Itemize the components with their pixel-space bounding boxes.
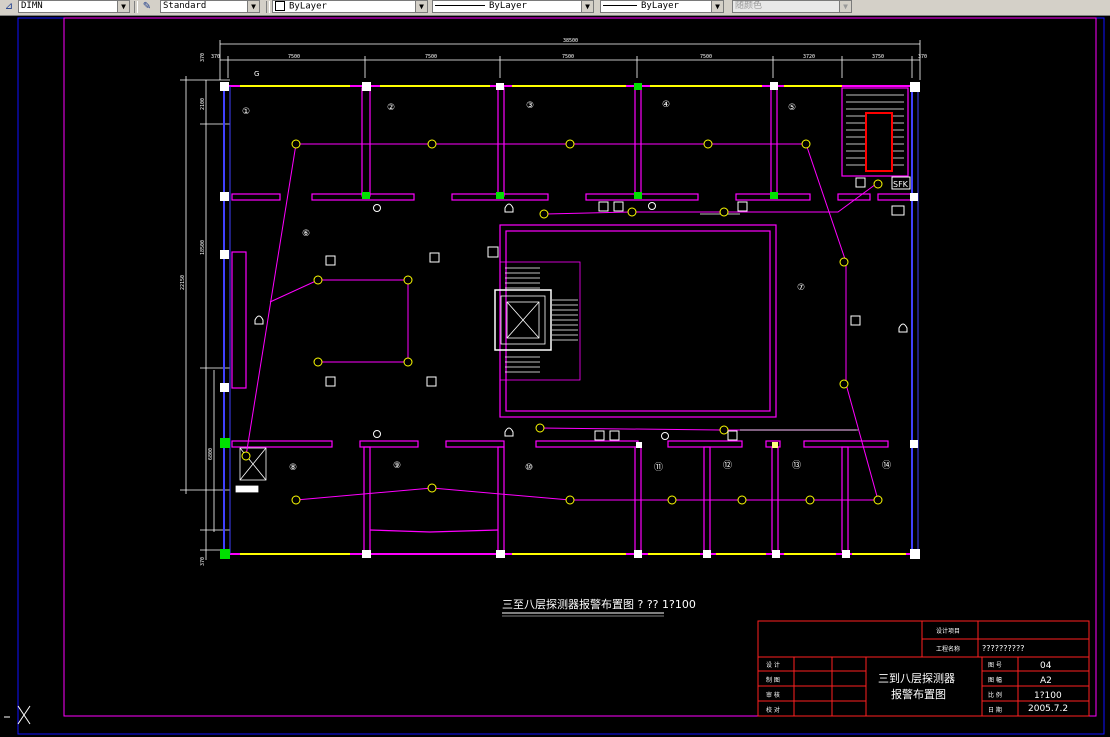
manual-call-points — [325, 176, 911, 441]
dim-text: 2100 — [200, 98, 206, 110]
lineweight-value: ByLayer — [641, 1, 679, 11]
overall-dim-text: 38500 — [563, 38, 578, 44]
chevron-down-icon[interactable]: ▼ — [839, 1, 851, 12]
room-label: ⑩ — [525, 463, 533, 473]
chevron-down-icon[interactable]: ▼ — [247, 1, 259, 12]
room-label: ⑫ — [723, 460, 732, 471]
project-name-label: 工程名称 — [936, 645, 960, 653]
scale-value: 1?100 — [1034, 691, 1062, 701]
room-label: ⑬ — [792, 460, 801, 471]
alarm-devices — [254, 202, 908, 440]
dimstyle-icon[interactable]: ⊿ — [2, 0, 16, 13]
dim-text: 18500 — [200, 240, 206, 255]
dimstyle-select[interactable]: DIMN ▼ — [18, 0, 130, 13]
date-value: 2005.7.2 — [1028, 704, 1068, 714]
review-label: 审 核 — [766, 691, 780, 699]
textstyle-value: Standard — [163, 1, 207, 11]
dim-text: 7500 — [288, 54, 300, 60]
draft-label: 制 图 — [766, 676, 780, 684]
chevron-down-icon[interactable]: ▼ — [117, 1, 129, 12]
sfk-label: SFK — [893, 180, 909, 189]
sheet-no-value: 04 — [1040, 661, 1052, 671]
properties-toolbar: ⊿ DIMN ▼ ✎ Standard ▼ ByLayer ▼ ByLayer … — [0, 0, 1110, 16]
smoke-detectors — [241, 139, 883, 505]
drawing-canvas[interactable]: 38500 370 7500 7500 7500 7500 3720 3750 … — [0, 15, 1110, 737]
plotstyle-select[interactable]: 随颜色 ▼ — [732, 0, 852, 13]
dim-text: 370 — [918, 54, 927, 60]
chevron-down-icon[interactable]: ▼ — [581, 1, 593, 12]
linetype-preview — [435, 5, 485, 6]
room-label: ④ — [662, 100, 670, 110]
dim-text: 3750 — [872, 54, 884, 60]
plotstyle-value: 随颜色 — [735, 1, 763, 11]
chevron-down-icon[interactable]: ▼ — [711, 1, 723, 12]
dim-text: 7500 — [562, 54, 574, 60]
stairs — [235, 94, 904, 493]
columns — [220, 82, 920, 559]
design-project-label: 设计项目 — [936, 627, 960, 635]
design-label: 设 计 — [766, 661, 780, 669]
grid-g-label: G — [254, 70, 259, 78]
dimstyle-value: DIMN — [21, 1, 43, 11]
lineweight-select[interactable]: ByLayer ▼ — [600, 0, 724, 13]
room-label: ⑥ — [302, 229, 310, 239]
plan-caption: 三至八层探测器报警布置图 ? ?? 1?100 — [502, 597, 696, 611]
room-label: ① — [242, 107, 250, 117]
textstyle-icon[interactable]: ✎ — [140, 0, 154, 13]
drawing-limits-border — [17, 17, 1105, 735]
dim-text: 7500 — [425, 54, 437, 60]
room-label: ⑭ — [882, 460, 891, 471]
room-labels: ① ② ③ ④ ⑤ ⑥ ⑦ ⑧ ⑨ ⑩ ⑪ ⑫ ⑬ ⑭ SFK G — [242, 70, 909, 473]
linetype-select[interactable]: ByLayer ▼ — [432, 0, 594, 13]
dim-text: 370 — [211, 54, 220, 60]
room-label: ② — [387, 103, 395, 113]
dim-text: 370 — [200, 53, 206, 62]
white-wiring — [700, 213, 858, 431]
drawing-title-line1: 三到八层探测器 — [878, 672, 955, 685]
dim-text: 3720 — [803, 54, 815, 60]
ucs-icon — [4, 705, 31, 725]
room-label: ⑪ — [654, 462, 663, 473]
layer-color-select[interactable]: ByLayer ▼ — [272, 0, 428, 13]
toolbar-separator — [134, 1, 138, 13]
date-label: 日 期 — [988, 706, 1002, 714]
dimensions — [180, 40, 921, 560]
dim-text: 6800 — [208, 448, 214, 460]
layer-value: ByLayer — [289, 1, 327, 12]
room-label: ③ — [526, 101, 534, 111]
room-label: ⑧ — [289, 463, 297, 473]
dim-text: 370 — [200, 557, 206, 566]
toolbar-separator — [266, 1, 270, 13]
sheet-no-label: 图 号 — [988, 662, 1002, 669]
dim-text: 7500 — [700, 54, 712, 60]
dim-text: 22150 — [180, 275, 186, 290]
interior-walls — [231, 87, 913, 552]
project-name-value: ?????????? — [982, 644, 1024, 653]
room-label: ⑦ — [797, 283, 805, 293]
lineweight-preview — [603, 5, 637, 6]
chevron-down-icon[interactable]: ▼ — [415, 1, 427, 12]
check-label: 校 对 — [766, 706, 780, 714]
dimension-texts: 38500 370 7500 7500 7500 7500 3720 3750 … — [180, 38, 927, 566]
scale-label: 比 例 — [988, 691, 1002, 699]
drawing-title-line2: 报警布置图 — [891, 687, 946, 701]
textstyle-select[interactable]: Standard ▼ — [160, 0, 260, 13]
room-label: ⑨ — [393, 461, 401, 471]
linetype-value: ByLayer — [489, 1, 527, 11]
size-label: 图 幅 — [988, 676, 1002, 684]
color-swatch-icon — [275, 1, 285, 11]
size-value: A2 — [1040, 676, 1052, 686]
room-label: ⑤ — [788, 103, 796, 113]
